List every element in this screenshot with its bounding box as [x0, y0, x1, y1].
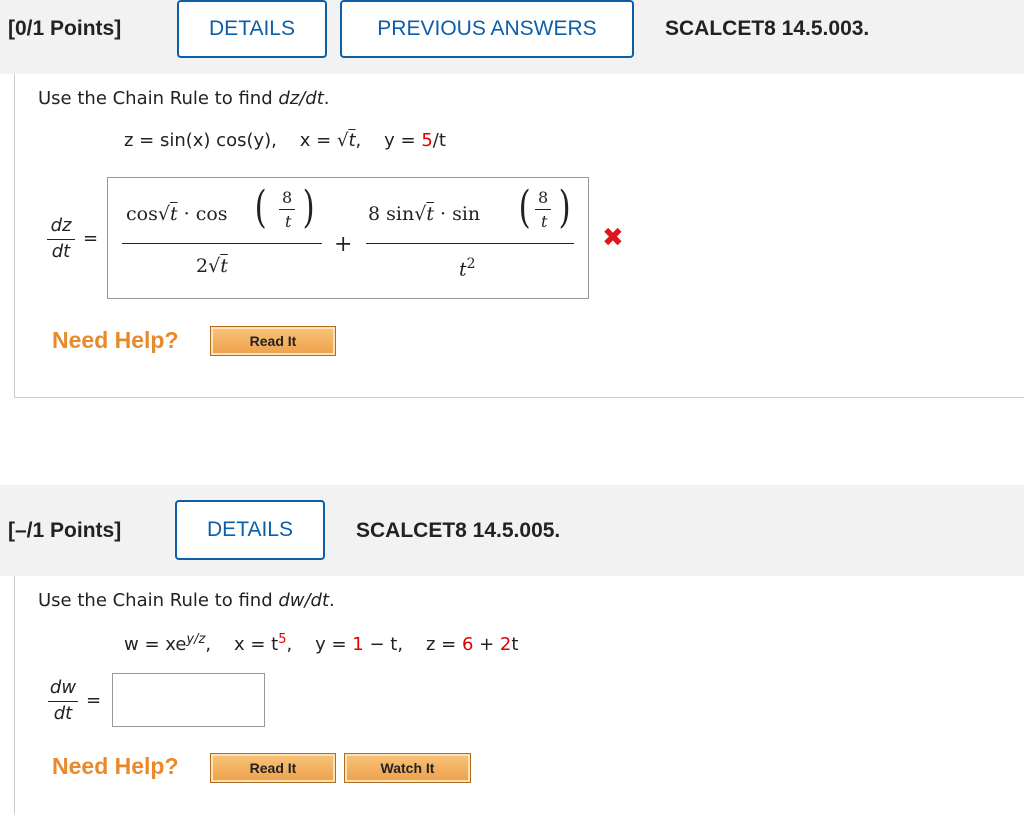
question-1-details-button[interactable]: DETAILS	[177, 0, 327, 58]
term-2-inner-fraction-bar	[535, 209, 551, 210]
question-2-points: [–/1 Points]	[8, 519, 122, 542]
lhs-denominator: dt	[51, 241, 71, 262]
term-1-inner-denominator: t	[285, 212, 292, 231]
question-1-equation: z = sin(x) cos(y), x = √t, y = 5/t	[124, 130, 446, 151]
sqrt-icon: √	[414, 203, 427, 225]
question-2-answer-field[interactable]	[112, 673, 265, 727]
question-2-prompt: Use the Chain Rule to find dw/dt.	[38, 590, 335, 611]
term-1-numerator: cos√t · cos	[126, 203, 228, 225]
z-definition: z = sin(x) cos(y),	[124, 130, 277, 151]
lhs-fraction-bar	[48, 701, 78, 702]
x-mark-icon: ✖	[602, 223, 624, 253]
plus-sign: +	[334, 232, 353, 257]
question-1-read-it-button[interactable]: Read It	[210, 326, 336, 356]
term-1-fraction-bar	[122, 243, 322, 244]
equals-sign: =	[86, 690, 102, 711]
question-2-code: SCALCET8 14.5.005.	[356, 519, 561, 542]
question-1-need-help: Need Help?	[52, 327, 179, 353]
question-1-previous-answers-button[interactable]: PREVIOUS ANSWERS	[340, 0, 634, 58]
given-value: 5	[421, 130, 433, 151]
question-1-points: [0/1 Points]	[8, 17, 122, 40]
right-paren: )	[558, 182, 571, 233]
question-2-watch-it-button[interactable]: Watch It	[344, 753, 471, 783]
term-2-inner-numerator: 8	[538, 188, 549, 207]
equals-sign: =	[83, 228, 99, 249]
term-1-inner-fraction-bar	[279, 209, 295, 210]
left-paren: (	[254, 182, 267, 233]
term-2-fraction-bar	[366, 243, 574, 244]
term-2-denominator: t2	[459, 256, 476, 281]
lhs-denominator: dt	[53, 703, 73, 724]
lhs-fraction-bar	[47, 239, 75, 240]
lhs-numerator: dw	[49, 677, 77, 698]
question-2-details-button[interactable]: DETAILS	[175, 500, 325, 560]
question-1-code: SCALCET8 14.5.003.	[665, 17, 870, 40]
term-1-inner-numerator: 8	[282, 188, 293, 207]
sqrt-icon: √	[157, 203, 170, 225]
question-2-equation: w = xey/z, x = t5, y = 1 − t, z = 6 + 2t	[124, 632, 519, 655]
question-2-read-it-button[interactable]: Read It	[210, 753, 336, 783]
question-1-prompt: Use the Chain Rule to find dz/dt.	[38, 88, 330, 109]
left-paren: (	[518, 182, 531, 233]
question-2-need-help: Need Help?	[52, 753, 179, 779]
right-paren: )	[302, 182, 315, 233]
sqrt-icon: √	[336, 130, 349, 151]
lhs-numerator: dz	[50, 215, 72, 236]
prompt-variable: dw/dt	[278, 590, 330, 611]
sqrt-icon: √	[208, 255, 221, 277]
term-2-numerator: 8 sin√t · sin	[368, 203, 481, 225]
term-2-inner-denominator: t	[541, 212, 548, 231]
prompt-variable: dz/dt	[278, 88, 324, 109]
term-1-denominator: 2√t	[196, 255, 228, 277]
